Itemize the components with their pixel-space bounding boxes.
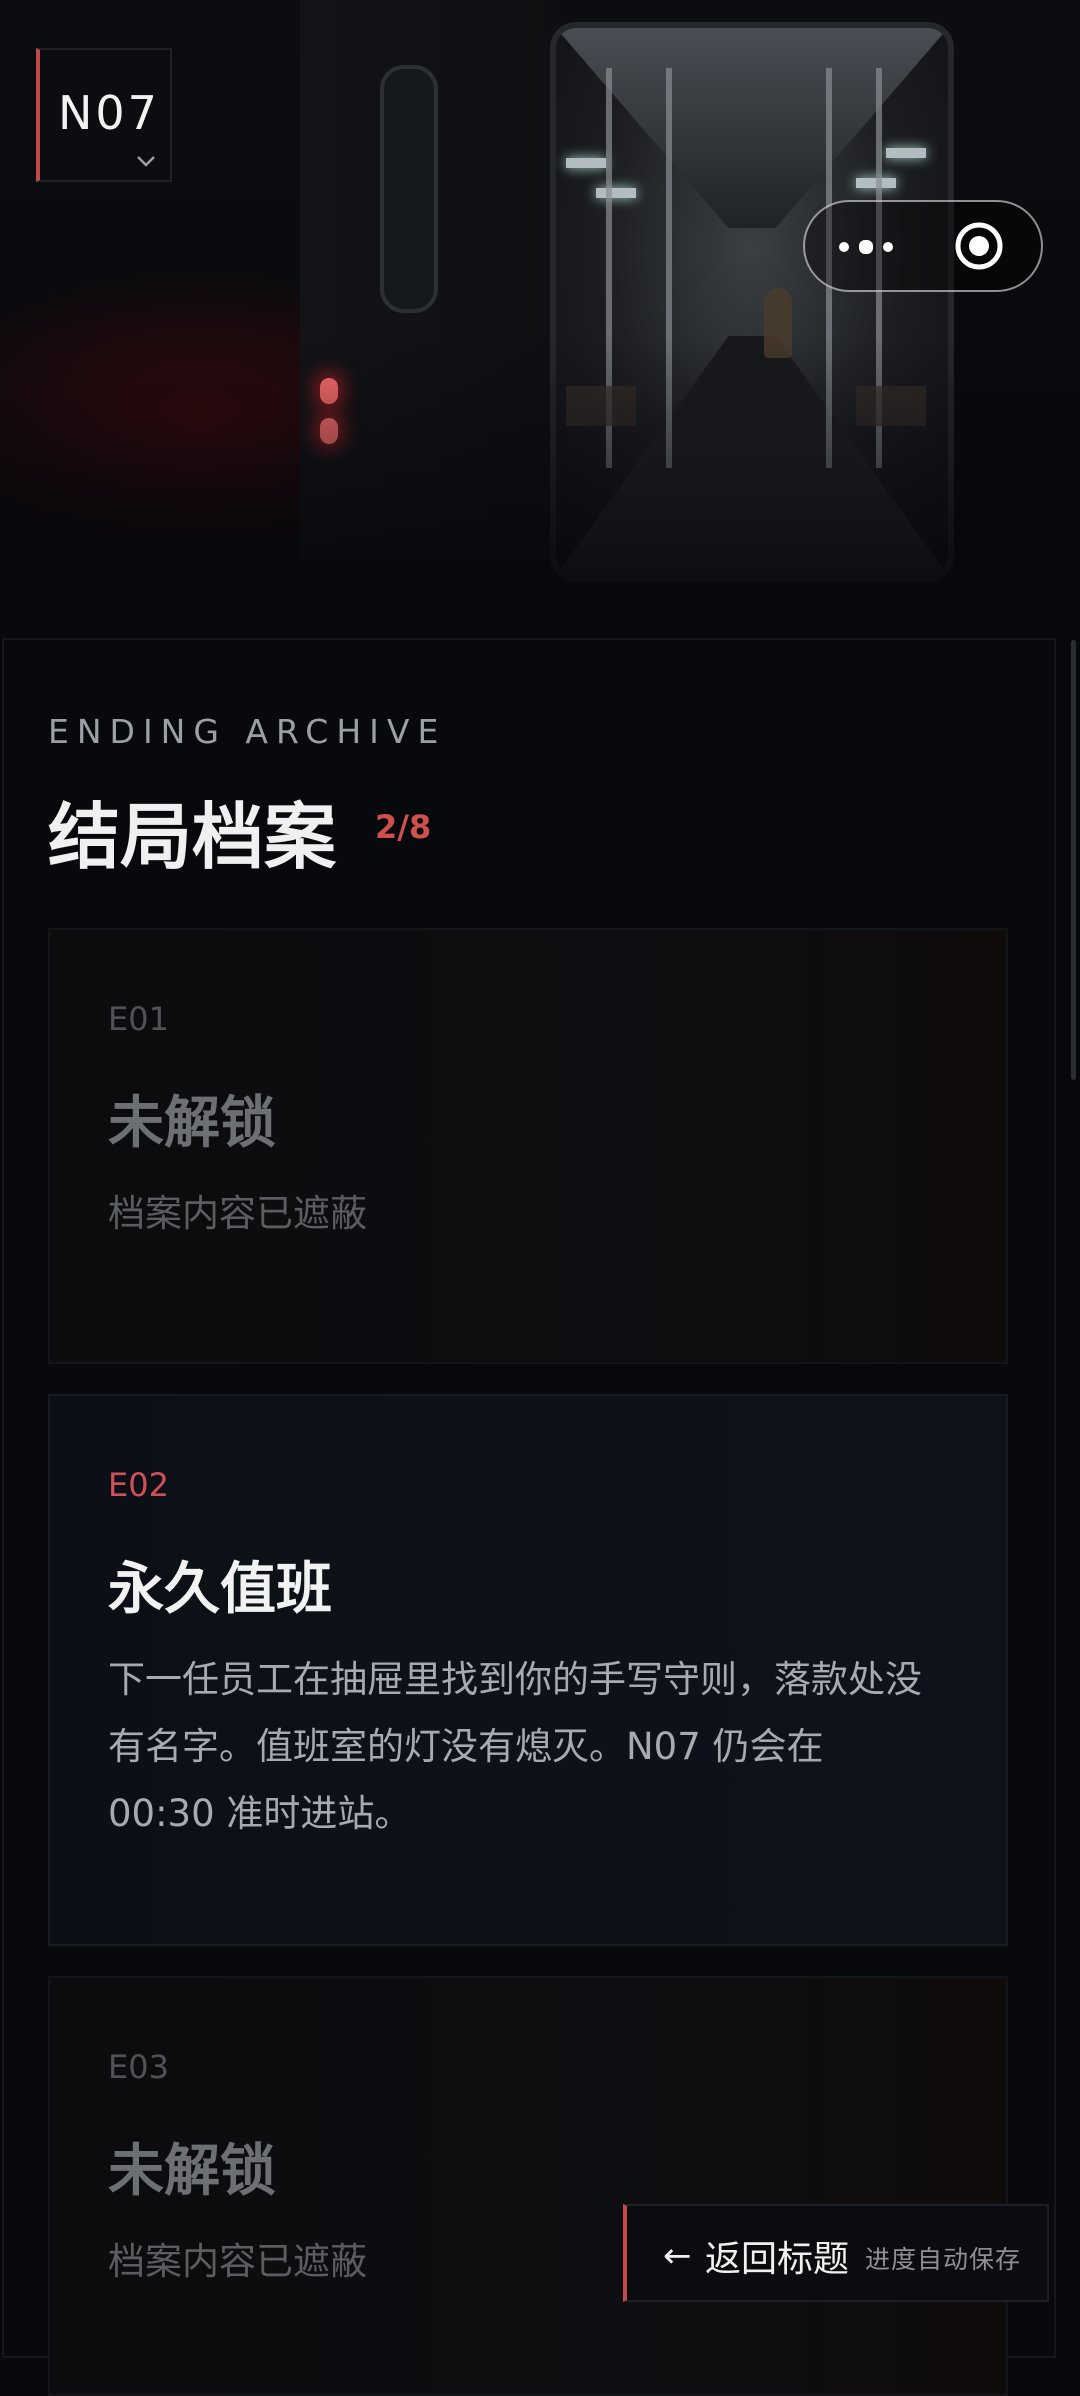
ending-name: 未解锁 [108,2139,276,2204]
target-circle-icon[interactable] [955,222,1003,270]
progress-counter: 2/8 [375,808,432,846]
ending-description: 下一任员工在抽屉里找到你的手写守则，落款处没有名字。值班室的灯没有熄灭。N07 … [108,1658,922,1835]
more-dots-icon[interactable] [827,202,937,290]
logo-text: N07 [58,86,160,140]
autosave-note: 进度自动保存 [865,2245,1022,2274]
ending-code: E02 [108,1466,169,1504]
back-label: 返回标题 [705,2239,850,2280]
logo-menu[interactable]: N07 [36,48,172,182]
section-subtitle: ENDING ARCHIVE [48,712,447,751]
scrollbar-thumb[interactable] [1071,640,1076,1080]
ending-description: 档案内容已遮蔽 [108,1192,367,1235]
back-to-title-button[interactable]: ← 返回标题 进度自动保存 [623,2204,1049,2302]
capsule-menu [803,200,1043,292]
ending-card-e02[interactable]: E02 永久值班 下一任员工在抽屉里找到你的手写守则，落款处没有名字。值班室的灯… [48,1394,1008,1946]
page-title: 结局档案 [48,795,337,879]
arrow-left-icon: ← [663,2236,692,2276]
ending-code: E03 [108,2048,169,2086]
ending-name: 未解锁 [108,1091,276,1156]
ending-card-e01[interactable]: E01 未解锁 档案内容已遮蔽 [48,928,1008,1364]
chevron-down-icon [137,156,155,167]
ending-card-e03[interactable]: E03 未解锁 档案内容已遮蔽 [48,1976,1008,2396]
ending-code: E01 [108,1000,169,1038]
ending-name: 永久值班 [108,1557,332,1622]
